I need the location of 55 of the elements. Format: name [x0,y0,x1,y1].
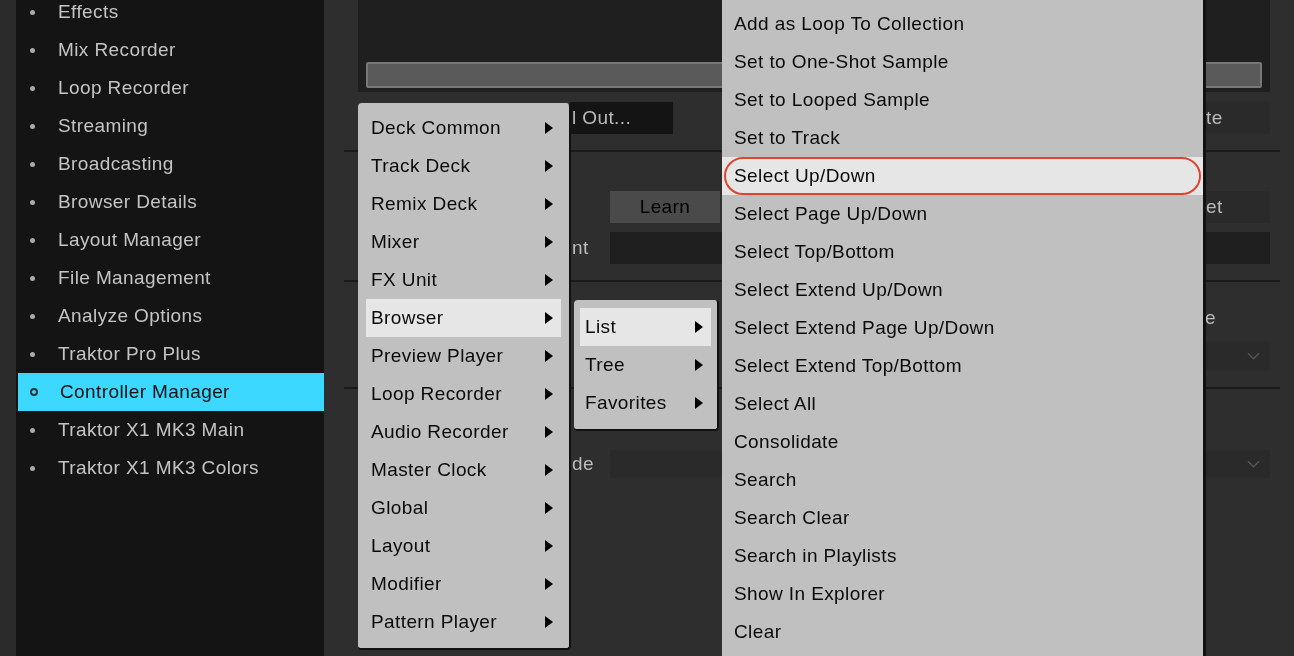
menu-item[interactable]: Show In Explorer [722,575,1203,613]
menu-item[interactable]: Select Page Up/Down [722,195,1203,233]
menu-item[interactable]: Set to Track [722,119,1203,157]
sidebar-item[interactable]: Browser Details [18,183,324,221]
menu-item[interactable]: Modifier [366,565,561,603]
menu-item[interactable]: Layout [366,527,561,565]
menu-item[interactable]: Select Extend Top/Bottom [722,347,1203,385]
menu-item[interactable]: Select Extend Up/Down [722,271,1203,309]
menu-item[interactable]: Select Extend Page Up/Down [722,309,1203,347]
sidebar-item[interactable]: Controller Manager [18,373,324,411]
sidebar-item[interactable]: Traktor Pro Plus [18,335,324,373]
output-button[interactable]: l Out... [570,102,673,134]
menu-item[interactable]: Browser [366,299,561,337]
menu-item[interactable]: Search Clear [722,499,1203,537]
sidebar-item[interactable]: Traktor X1 MK3 Colors [18,449,324,487]
menu-item[interactable]: Track Deck [366,147,561,185]
menu-item[interactable]: Deck Common [366,109,561,147]
menu-item[interactable]: Select Up/Down [722,157,1203,195]
sidebar-item[interactable]: Loop Recorder [18,69,324,107]
menu-item[interactable]: Clear [722,613,1203,651]
menu-item[interactable]: Pattern Player [366,603,561,641]
menu-item[interactable]: Remix Deck [366,185,561,223]
menu-item[interactable]: Global [366,489,561,527]
sidebar-item[interactable]: Traktor X1 MK3 Main [18,411,324,449]
sidebar-item[interactable]: Layout Manager [18,221,324,259]
field-label: de [572,453,595,475]
menu-item[interactable]: Search [722,461,1203,499]
sidebar-item[interactable]: Streaming [18,107,324,145]
sidebar-item[interactable]: Broadcasting [18,145,324,183]
menu-item[interactable]: Preview Player [366,337,561,375]
sidebar-item[interactable]: Analyze Options [18,297,324,335]
sidebar-item[interactable]: File Management [18,259,324,297]
field-label: e [1205,307,1217,329]
sidebar-item[interactable]: Mix Recorder [18,31,324,69]
sidebar-item[interactable]: Effects [18,0,324,31]
chevron-icon [1247,460,1260,468]
field-label: nt [572,237,590,259]
menu-item[interactable]: Search in Playlists [722,537,1203,575]
menu-item[interactable]: Select All [722,385,1203,423]
menu-item[interactable]: Consolidate [722,423,1203,461]
menu-item[interactable]: Loop Recorder [366,375,561,413]
menu-item[interactable]: Set to One-Shot Sample [722,43,1203,81]
menu-item[interactable]: Add as Loop To Collection [722,5,1203,43]
menu-item[interactable]: Mixer [366,223,561,261]
update-button[interactable]: te [1206,102,1270,134]
menu-item[interactable]: FX Unit [366,261,561,299]
menu-item[interactable]: Tree [580,346,711,384]
menu-item[interactable]: Select Top/Bottom [722,233,1203,271]
menu-item[interactable]: Set to Looped Sample [722,81,1203,119]
reset-button[interactable]: et [1206,190,1270,223]
menu-item[interactable]: List [580,308,711,346]
menu-item[interactable]: Audio Recorder [366,413,561,451]
menu-item[interactable]: Favorites [580,384,711,422]
menu-item[interactable]: Master Clock [366,451,561,489]
chevron-icon [1247,352,1260,360]
